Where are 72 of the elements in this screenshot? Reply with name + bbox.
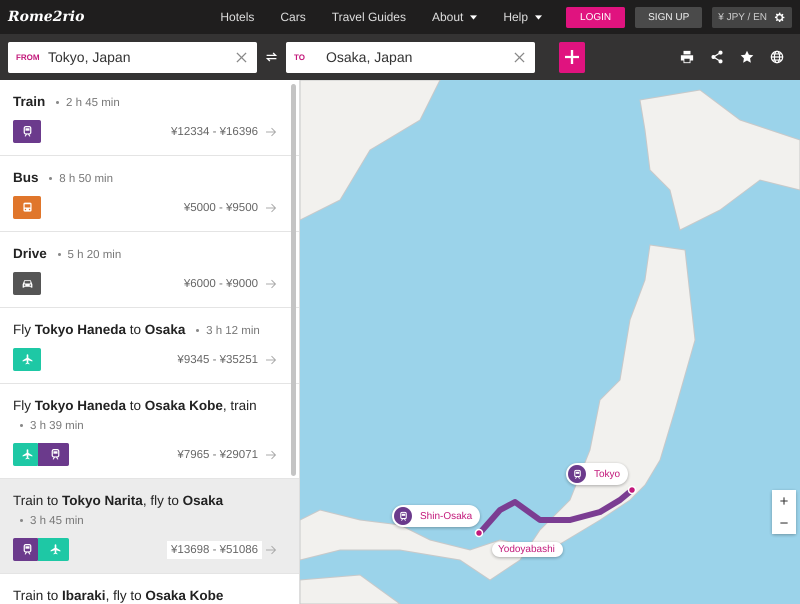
nav-link[interactable]: Help — [503, 10, 542, 24]
route-card[interactable]: Train to Ibaraki, fly to Osaka Kobe — [0, 574, 299, 604]
price-range: ¥13698 - ¥51086 — [167, 540, 262, 558]
scrollbar[interactable] — [291, 84, 296, 476]
plane-icon — [48, 543, 62, 556]
clear-icon[interactable] — [514, 52, 525, 62]
plus-icon — [565, 50, 579, 64]
arrow-right-icon — [266, 278, 277, 288]
to-label: TO — [294, 52, 306, 62]
print-icon[interactable] — [680, 50, 694, 64]
plane-icon — [20, 448, 34, 461]
zoom-in-button[interactable]: + — [772, 490, 796, 512]
arrow-right-icon — [266, 202, 277, 212]
share-icon[interactable] — [710, 50, 724, 64]
nav-link[interactable]: Hotels — [220, 10, 254, 24]
nav-link[interactable]: About — [432, 10, 478, 24]
star-icon[interactable] — [740, 50, 754, 64]
pin-name: Shin-Osaka — [419, 510, 472, 522]
from-field[interactable]: FROM Tokyo, Japan — [8, 42, 257, 72]
route-duration: 3 h 45 min — [13, 515, 84, 527]
route-title: Bus — [13, 170, 39, 185]
route-title: Drive — [13, 246, 47, 261]
from-value: Tokyo, Japan — [48, 49, 132, 65]
train-icon — [20, 125, 34, 138]
train-icon — [398, 510, 408, 522]
bus-icon — [20, 201, 34, 214]
price-range: ¥5000 - ¥9500 — [182, 200, 259, 216]
nav-link[interactable]: Cars — [280, 10, 306, 24]
pin-name: Yodoyabashi — [497, 544, 555, 555]
route-title: Train to Ibaraki, fly to Osaka Kobe — [13, 588, 224, 603]
caret-icon — [535, 14, 542, 20]
add-button[interactable] — [559, 42, 585, 72]
route-card[interactable]: Train to Tokyo Narita, fly to Osaka 3 h 45 min ¥13698 - ¥51086 — [0, 479, 299, 574]
route-title: Train — [13, 94, 46, 109]
arrow-right-icon — [266, 354, 277, 364]
route-title: Train to Tokyo Narita, fly to Osaka — [13, 493, 224, 508]
from-label: FROM — [16, 52, 40, 62]
login-button[interactable]: LOGIN — [566, 6, 626, 28]
map-pin-label[interactable]: Tokyo — [566, 463, 628, 485]
arrow-right-icon — [266, 126, 277, 136]
globe-icon[interactable] — [770, 50, 784, 64]
train-icon — [48, 448, 62, 461]
price-range: ¥12334 - ¥16396 — [170, 124, 259, 140]
price-range: ¥9345 - ¥35251 — [176, 352, 259, 368]
clear-icon[interactable] — [236, 52, 247, 62]
route-title: Fly Tokyo Haneda to Osaka — [13, 322, 186, 337]
arrow-right-icon — [266, 450, 277, 460]
train-icon — [572, 468, 582, 480]
to-field[interactable]: TO Osaka, Japan — [286, 42, 535, 72]
price-range: ¥6000 - ¥9000 — [182, 276, 259, 292]
pin-name: Tokyo — [593, 468, 620, 480]
route-title: Fly Tokyo Haneda to Osaka Kobe, train — [13, 398, 257, 413]
nav-link[interactable]: Travel Guides — [332, 10, 406, 24]
plane-icon — [20, 353, 34, 366]
map-pin-label[interactable]: Shin-Osaka — [392, 505, 480, 527]
signup-button[interactable]: SIGN UP — [635, 6, 702, 28]
arrow-right-icon — [266, 544, 277, 554]
map-pin-label[interactable]: Yodoyabashi — [492, 542, 563, 557]
route-duration: 8 h 50 min — [42, 173, 113, 185]
route-duration: 3 h 12 min — [189, 325, 260, 337]
swap-icon[interactable] — [265, 51, 278, 63]
to-value: Osaka, Japan — [326, 49, 414, 65]
logo[interactable]: Rome2rio — [8, 9, 84, 25]
caret-icon — [470, 14, 478, 20]
settings-icon — [773, 10, 786, 24]
currency-button[interactable]: ¥ JPY / EN — [712, 6, 792, 28]
route-duration: 3 h 39 min — [13, 420, 84, 432]
train-icon — [20, 543, 34, 556]
route-duration: 5 h 20 min — [50, 249, 122, 261]
route-duration: 2 h 45 min — [49, 97, 120, 109]
price-range: ¥7965 - ¥29071 — [176, 448, 259, 462]
zoom-out-button[interactable]: − — [772, 512, 796, 534]
